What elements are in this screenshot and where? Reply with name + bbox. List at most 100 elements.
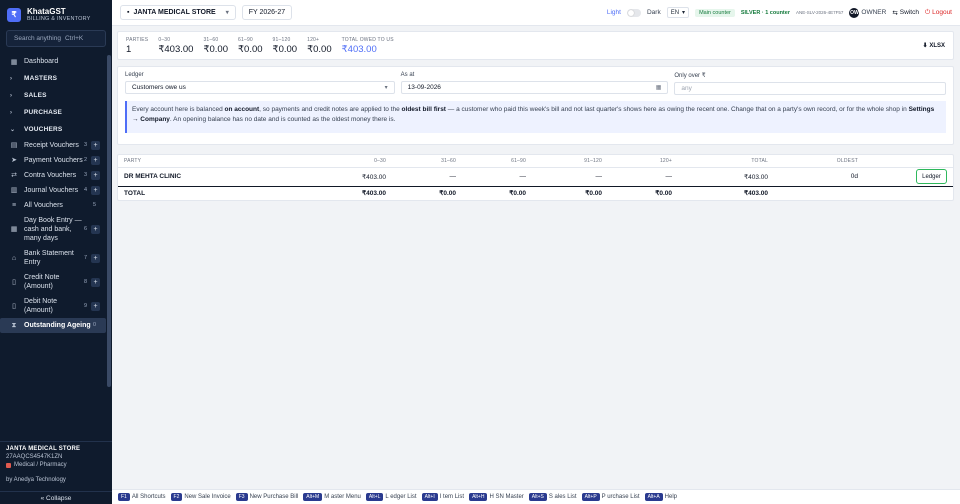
- total-oldest-empty: [774, 186, 864, 200]
- store-select[interactable]: ▪ JANTA MEDICAL STORE ▾: [120, 5, 236, 20]
- col-party[interactable]: PARTY: [118, 155, 298, 168]
- shortcut-label: L edger List: [385, 494, 417, 500]
- summary-label: 0–30: [158, 37, 171, 43]
- shortcut-sales-list[interactable]: Alt+S S ales List: [528, 493, 577, 501]
- add-contra-button[interactable]: +: [91, 171, 100, 180]
- col-total[interactable]: TOTAL: [678, 155, 774, 168]
- language-select[interactable]: EN ▾: [666, 7, 690, 18]
- ledger-button[interactable]: Ledger: [916, 169, 947, 184]
- calendar-icon[interactable]: ▦: [656, 84, 662, 91]
- col-oldest[interactable]: OLDEST: [774, 155, 864, 168]
- theme-toggle[interactable]: [626, 8, 641, 17]
- export-xlsx-button[interactable]: ⬇ XLSX: [923, 42, 945, 49]
- ledger-select-value: Customers owe us: [132, 84, 186, 91]
- plan-code: ANE-SLV-2026-4E7F57: [795, 10, 844, 15]
- total-action-empty: [864, 186, 953, 200]
- shortcut-key: 3: [83, 142, 87, 148]
- store-select-value: JANTA MEDICAL STORE: [133, 9, 216, 16]
- logout-button[interactable]: ⏻ Logout: [925, 9, 952, 17]
- party-name[interactable]: DR MEHTA CLINIC: [118, 167, 298, 187]
- ageing-table: PARTY 0–30 31–60 61–90 91–120 120+ TOTAL…: [117, 154, 954, 201]
- shortcut-new-purchase[interactable]: F3 New Purchase Bill: [235, 493, 298, 501]
- fy-select[interactable]: FY 2026-27: [241, 5, 293, 20]
- sidebar-group-vouchers[interactable]: ⌄ VOUCHERS: [0, 121, 106, 138]
- shortcut-label: H SN Master: [489, 494, 524, 500]
- theme-dark-option[interactable]: Dark: [647, 9, 661, 16]
- sidebar-group-label: VOUCHERS: [24, 126, 63, 133]
- sidebar-item-journal-vouchers[interactable]: ▥ Journal Vouchers 4 +: [0, 183, 106, 198]
- add-debit-note-button[interactable]: +: [91, 301, 100, 311]
- sidebar-item-label: Receipt Vouchers: [24, 142, 79, 149]
- sidebar-group-purchase[interactable]: › PURCHASE: [0, 104, 106, 121]
- shortcut-new-sale[interactable]: F2 New Sale Invoice: [170, 493, 231, 501]
- shortcut-all[interactable]: F1 All Shortcuts: [118, 493, 166, 501]
- sidebar-group-sales[interactable]: › SALES: [0, 87, 106, 104]
- sidebar-group-label: SALES: [24, 92, 47, 99]
- total-61-90: ₹0.00: [509, 190, 526, 198]
- sidebar-item-dashboard[interactable]: ▦ Dashboard: [0, 53, 106, 70]
- as-at-date-input[interactable]: 13-09-2026 ▦: [400, 81, 669, 94]
- calendar-icon: ▦: [10, 226, 18, 233]
- sidebar-item-receipt-vouchers[interactable]: ▤ Receipt Vouchers 3 +: [0, 138, 106, 153]
- shortcut-purchase-list[interactable]: Alt+P P urchase List: [581, 493, 640, 501]
- shortcut-master-menu[interactable]: Alt+M M aster Menu: [303, 493, 361, 501]
- filters-panel: Ledger Customers owe us ▾ As at 13-09-20…: [117, 66, 954, 145]
- bucket-120-plus-value: —: [608, 167, 678, 187]
- only-over-input[interactable]: any: [674, 82, 947, 95]
- table-row: DR MEHTA CLINIC ₹403.00 — — — — ₹403.00 …: [118, 167, 953, 187]
- sidebar-item-credit-note[interactable]: ▯ Credit Note (Amount) 8 +: [0, 270, 106, 294]
- sidebar-item-debit-note[interactable]: ▯ Debit Note (Amount) 9 +: [0, 294, 106, 318]
- summary-label: 31–60: [203, 37, 219, 43]
- info-text: , so payments and credit notes are appli…: [259, 106, 402, 113]
- ledger-select[interactable]: Customers owe us ▾: [125, 81, 395, 94]
- summary-label: 91–120: [272, 37, 291, 43]
- shortcut-ledger-list[interactable]: Alt+L L edger List: [365, 493, 417, 501]
- add-payment-button[interactable]: +: [91, 156, 100, 165]
- col-61-90[interactable]: 61–90: [462, 155, 532, 168]
- sidebar-item-all-vouchers[interactable]: ≡ All Vouchers 5: [0, 198, 106, 213]
- grand-total: ₹403.00: [743, 190, 768, 198]
- sidebar-scrollbar[interactable]: [107, 55, 111, 387]
- counter-badge: Main counter: [695, 8, 735, 17]
- sidebar-item-day-book-entry[interactable]: ▦ Day Book Entry — cash and bank, many d…: [0, 213, 106, 246]
- col-91-120[interactable]: 91–120: [532, 155, 608, 168]
- shortcut-hsn-master[interactable]: Alt+H H SN Master: [469, 493, 524, 501]
- brand-subtitle: BILLING & INVENTORY: [27, 15, 91, 22]
- add-receipt-button[interactable]: +: [91, 141, 100, 150]
- col-120-plus[interactable]: 120+: [608, 155, 678, 168]
- ageing-summary: PARTIES 1 0–30 ₹403.00 31–60 ₹0.00 61–90…: [117, 31, 954, 60]
- collapse-button[interactable]: « Collapse: [0, 491, 112, 504]
- row-total-value: ₹403.00: [678, 167, 774, 187]
- logout-label: Logout: [932, 9, 952, 16]
- sidebar-item-contra-vouchers[interactable]: ⇄ Contra Vouchers 3 +: [0, 168, 106, 183]
- search-shortcut: Ctrl+K: [64, 35, 84, 42]
- logout-icon: ⏻: [924, 8, 931, 16]
- sidebar-group-masters[interactable]: › MASTERS: [0, 70, 106, 87]
- shortcut-label: M aster Menu: [324, 494, 361, 500]
- shortcut-key: 5: [92, 202, 96, 208]
- shortcut-bar: F1 All Shortcuts F2 New Sale Invoice F3 New…: [112, 489, 960, 504]
- add-journal-button[interactable]: +: [91, 186, 100, 195]
- search-input[interactable]: Search anything Ctrl+K: [6, 30, 106, 47]
- sidebar-item-label: Day Book Entry — cash and bank, many day…: [24, 217, 82, 242]
- add-bank-statement-button[interactable]: +: [91, 253, 100, 263]
- sidebar-item-payment-vouchers[interactable]: ➤ Payment Vouchers 2 +: [0, 153, 106, 168]
- footer-by: by Anedya Technology: [6, 477, 66, 483]
- chevron-down-icon: ⌄: [10, 127, 16, 133]
- sidebar-item-bank-statement-entry[interactable]: ⌂ Bank Statement Entry 7 +: [0, 246, 106, 270]
- total-120-plus: ₹0.00: [655, 190, 672, 198]
- col-31-60[interactable]: 31–60: [392, 155, 462, 168]
- bank-icon: ⌂: [11, 254, 17, 262]
- sidebar-item-label: Contra Vouchers: [24, 172, 77, 179]
- add-credit-note-button[interactable]: +: [91, 277, 100, 287]
- theme-light-option[interactable]: Light: [607, 9, 621, 16]
- col-0-30[interactable]: 0–30: [298, 155, 392, 168]
- switch-button[interactable]: ⇆ Switch: [892, 9, 919, 17]
- add-day-book-button[interactable]: +: [91, 225, 100, 234]
- summary-parties: PARTIES 1: [126, 37, 148, 55]
- sidebar-item-outstanding-ageing[interactable]: ⧗ Outstanding Ageing 0: [0, 318, 106, 333]
- shortcut-help[interactable]: Alt+A Help: [644, 493, 677, 501]
- footer-store-name: JANTA MEDICAL STORE: [6, 446, 81, 452]
- owner-menu[interactable]: OW OWNER: [849, 7, 886, 18]
- shortcut-item-list[interactable]: Alt+I I tem List: [421, 493, 464, 501]
